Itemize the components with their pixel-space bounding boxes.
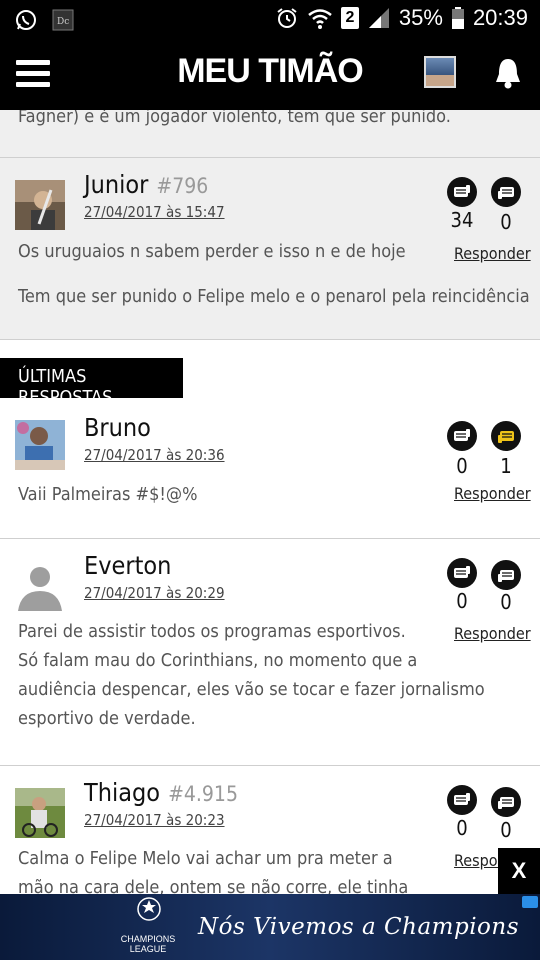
ad-banner[interactable]: CHAMPIONS LEAGUE Nós Vivemos a Champions bbox=[0, 894, 540, 960]
featured-comment: Junior #796 27/04/2017 às 15:47 34 0 Os u… bbox=[0, 158, 540, 340]
previous-comment: Fagner) e é um jogador violento, tem que… bbox=[0, 110, 540, 158]
thumbs-down-icon[interactable] bbox=[490, 786, 522, 818]
up-vote-count: 0 bbox=[456, 589, 468, 613]
up-vote-count: 34 bbox=[450, 208, 474, 232]
thumbs-down-icon-active[interactable] bbox=[490, 420, 522, 452]
thumbs-up-icon[interactable] bbox=[446, 420, 478, 452]
signal-icon bbox=[368, 8, 389, 28]
thumbs-down-icon[interactable] bbox=[490, 176, 522, 208]
commenter-name: Thiago #4.915 bbox=[84, 778, 238, 807]
wifi-icon bbox=[308, 9, 332, 29]
reply-comment: Everton 27/04/2017 às 20:29 0 0 Parei de… bbox=[0, 539, 540, 766]
down-vote-count: 0 bbox=[500, 818, 512, 842]
battery-icon bbox=[451, 7, 464, 29]
clock: 20:39 bbox=[472, 5, 528, 30]
battery-percent: 35% bbox=[398, 5, 443, 30]
sim-indicator: 2 bbox=[340, 7, 359, 29]
section-title: ÚLTIMAS RESPOSTAS bbox=[0, 358, 183, 408]
comment-date[interactable]: 27/04/2017 às 15:47 bbox=[84, 203, 225, 221]
comment-text-line: Vaii Palmeiras #$!@% bbox=[18, 484, 198, 505]
avatar[interactable] bbox=[15, 180, 65, 230]
ad-slogan: Nós Vivemos a Champions bbox=[198, 914, 520, 940]
thumbs-up-icon[interactable] bbox=[446, 557, 478, 589]
comment-text-line: Parei de assistir todos os programas esp… bbox=[18, 621, 406, 642]
bell-icon[interactable] bbox=[492, 56, 524, 90]
ad-close-button[interactable]: X bbox=[498, 848, 540, 894]
commenter-number: #796 bbox=[156, 174, 209, 198]
commenter-name: Bruno bbox=[84, 413, 151, 442]
ad-brand: CHAMPIONS LEAGUE bbox=[120, 934, 176, 954]
comment-text-line: Calma o Felipe Melo vai achar um pra met… bbox=[18, 848, 393, 869]
avatar[interactable] bbox=[15, 420, 65, 470]
down-vote-count: 1 bbox=[500, 454, 512, 478]
reply-link[interactable]: Responder bbox=[454, 624, 531, 643]
comment-date[interactable]: 27/04/2017 às 20:23 bbox=[84, 811, 225, 829]
app-notification-icon: Dc bbox=[52, 9, 74, 31]
ad-choices-icon[interactable] bbox=[522, 896, 538, 908]
whatsapp-icon bbox=[16, 10, 36, 30]
svg-text:Dc: Dc bbox=[57, 17, 69, 27]
thumbs-up-icon[interactable] bbox=[446, 176, 478, 208]
thumbs-down-icon[interactable] bbox=[490, 559, 522, 591]
up-vote-count: 0 bbox=[456, 454, 468, 478]
champions-league-logo-icon bbox=[137, 897, 161, 921]
thumbs-up-icon[interactable] bbox=[446, 784, 478, 816]
avatar[interactable] bbox=[15, 788, 65, 838]
comment-date[interactable]: 27/04/2017 às 20:36 bbox=[84, 446, 225, 464]
app-header: MEU TIMÃO bbox=[0, 40, 540, 110]
comment-text-line: Os uruguaios n sabem perder e isso n e d… bbox=[18, 241, 406, 262]
reply-comment: Thiago #4.915 27/04/2017 às 20:23 0 0 Cal… bbox=[0, 766, 540, 894]
comment-text-line: mão na cara dele, ontem se não corre, el… bbox=[18, 877, 409, 894]
reply-link[interactable]: Responder bbox=[454, 244, 531, 263]
commenter-name: Junior #796 bbox=[84, 170, 209, 199]
down-vote-count: 0 bbox=[500, 210, 512, 234]
comments-feed[interactable]: Fagner) e é um jogador violento, tem que… bbox=[0, 110, 540, 894]
reply-link[interactable]: Responder bbox=[454, 484, 531, 503]
reply-comment: Bruno 27/04/2017 às 20:36 0 1 Vaii Palme… bbox=[0, 398, 540, 539]
comment-text: Fagner) e é um jogador violento, tem que… bbox=[18, 110, 451, 127]
comment-text-line: audiência despencar, eles vão se tocar e… bbox=[18, 679, 485, 700]
commenter-number: #4.915 bbox=[168, 782, 238, 806]
comment-text-line: esportivo de verdade. bbox=[18, 708, 196, 729]
status-bar: Dc 2 35% 20:39 bbox=[0, 0, 540, 40]
avatar[interactable] bbox=[15, 561, 65, 611]
comment-text-line: Só falam mau do Corinthians, no momento … bbox=[18, 650, 418, 671]
down-vote-count: 0 bbox=[500, 590, 512, 614]
alarm-icon bbox=[277, 8, 297, 28]
comment-date[interactable]: 27/04/2017 às 20:29 bbox=[84, 584, 225, 602]
user-avatar[interactable] bbox=[424, 56, 456, 88]
app-logo[interactable]: MEU TIMÃO bbox=[0, 52, 540, 91]
comment-text-line: Tem que ser punido o Felipe melo e o pen… bbox=[18, 286, 530, 307]
up-vote-count: 0 bbox=[456, 816, 468, 840]
commenter-name: Everton bbox=[84, 551, 172, 580]
